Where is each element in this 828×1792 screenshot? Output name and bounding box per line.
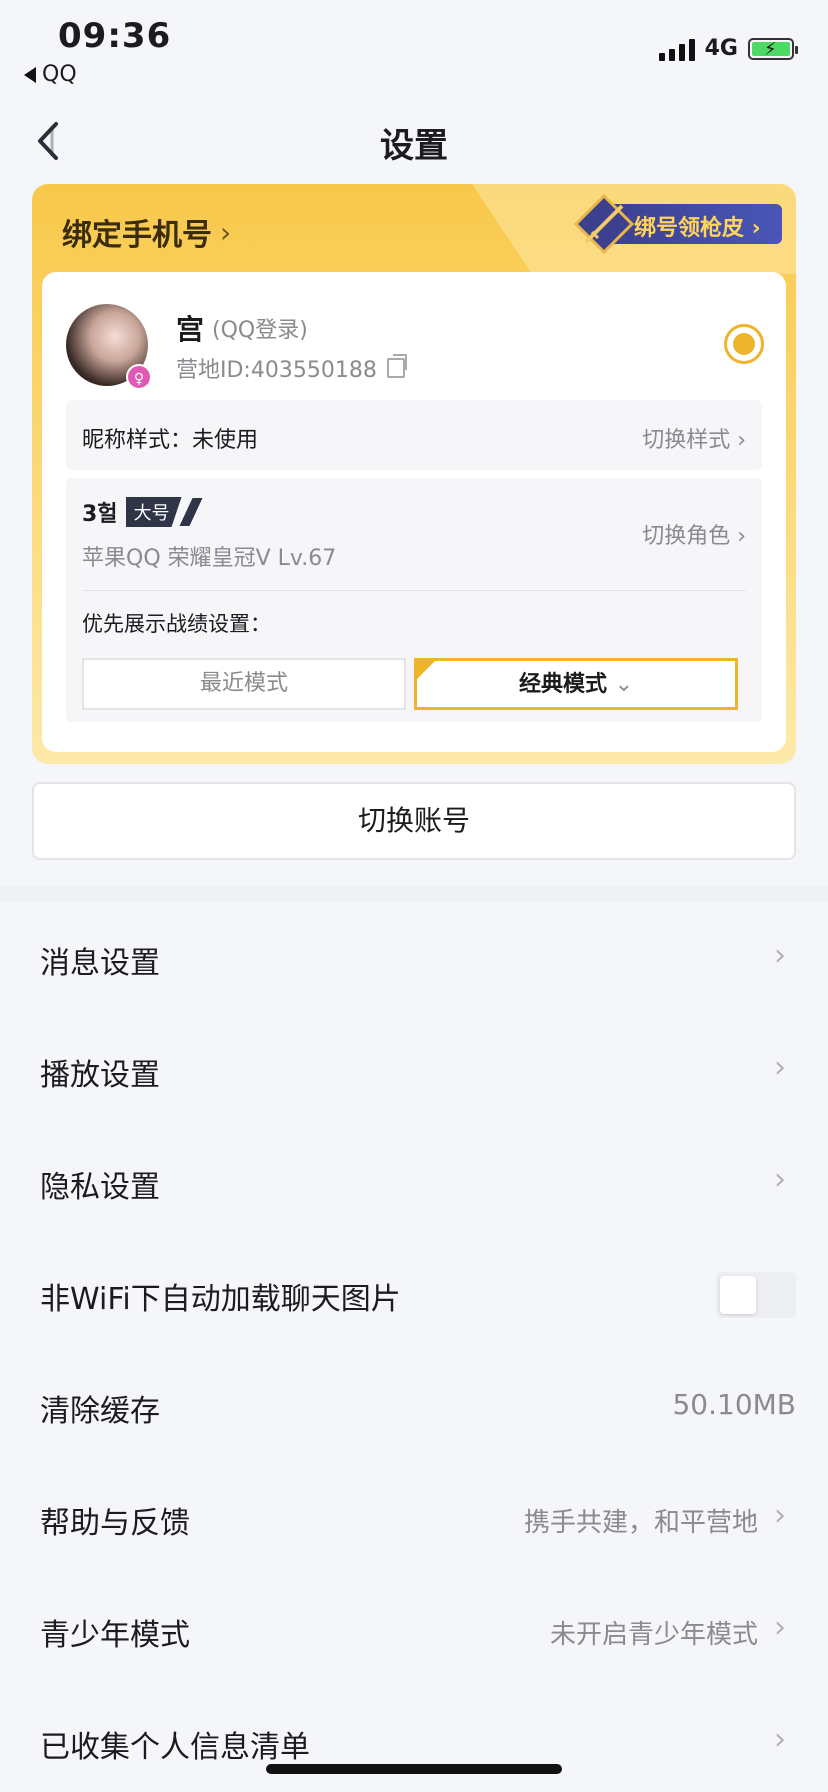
classic-mode-button[interactable]: ✓ 经典模式 ⌄	[414, 658, 738, 710]
role-box: 3헐 大号 苹果QQ 荣耀皇冠V Lv.67 切换角色 › 优先展示战绩设置： …	[66, 478, 762, 722]
back-app-label: QQ	[42, 62, 77, 87]
nav-bar: 设置	[0, 100, 828, 184]
status-indicators: 4G ⚡	[658, 36, 798, 61]
switch-style-link[interactable]: 切换样式 ›	[642, 422, 746, 454]
settings-item-label: 清除缓存	[40, 1394, 160, 1429]
bind-phone-link[interactable]: 绑定手机号 ›	[62, 210, 231, 254]
cache-size: 50.10MB	[672, 1388, 796, 1421]
settings-item-youth-mode[interactable]: 青少年模式 未开启青少年模式 ›	[0, 1574, 828, 1686]
settings-item-label: 已收集个人信息清单	[40, 1730, 310, 1765]
settings-item-help-feedback[interactable]: 帮助与反馈 携手共建，和平营地 ›	[0, 1462, 828, 1574]
battery-charging-icon: ⚡	[748, 37, 798, 60]
copy-icon[interactable]	[386, 354, 407, 378]
badge-slash-decoration	[179, 498, 203, 526]
chevron-right-icon: ›	[774, 1050, 786, 1085]
status-time: 09:36	[58, 16, 172, 56]
settings-item-detail: 携手共建，和平营地	[523, 1508, 758, 1538]
settings-item-label: 隐私设置	[40, 1170, 160, 1205]
role-info: 苹果QQ 荣耀皇冠V Lv.67	[82, 546, 337, 571]
home-indicator[interactable]	[266, 1764, 562, 1774]
settings-item-playback[interactable]: 播放设置 ›	[0, 1014, 828, 1126]
chevron-down-icon: ⌄	[614, 672, 634, 697]
record-pref-label: 优先展示战绩设置：	[82, 612, 271, 636]
settings-item-label: 非WiFi下自动加载聊天图片	[40, 1282, 401, 1317]
section-separator	[0, 886, 828, 902]
camp-id: 营地ID:403550188	[176, 358, 377, 383]
switch-account-button[interactable]: 切换账号	[32, 782, 796, 860]
settings-item-detail: 未开启青少年模式	[549, 1620, 758, 1650]
role-name-row: 3헐 大号	[82, 496, 203, 528]
weapon-skin-icon	[573, 193, 635, 255]
settings-item-clear-cache[interactable]: 清除缓存 50.10MB	[0, 1350, 828, 1462]
gender-female-icon: ♀	[126, 364, 152, 390]
chevron-right-icon: ›	[220, 215, 232, 249]
bind-phone-label: 绑定手机号	[62, 218, 212, 253]
account-details: ♀ 宫 (QQ登录) 营地ID:403550188 昵称样式：未使用 切换样式 …	[42, 272, 786, 752]
role-name: 3헐	[82, 502, 118, 527]
check-icon: ✓	[418, 671, 430, 687]
back-to-app-link[interactable]: QQ	[24, 62, 77, 87]
chevron-right-icon: ›	[774, 1722, 786, 1757]
page-title: 设置	[380, 126, 448, 166]
classic-mode-label: 经典模式	[518, 672, 607, 697]
settings-list: 消息设置 › 播放设置 › 隐私设置 › 非WiFi下自动加载聊天图片 清除缓存…	[0, 902, 828, 1792]
status-bar: 09:36 QQ 4G ⚡	[0, 0, 828, 100]
account-card: 绑定手机号 › 绑号领枪皮 › ♀ 宫 (QQ登录) 营地ID:40355018…	[32, 184, 796, 764]
settings-item-label: 消息设置	[40, 946, 160, 981]
nickname-style-row[interactable]: 昵称样式：未使用 切换样式 ›	[66, 400, 762, 470]
settings-item-personal-info-list[interactable]: 已收集个人信息清单 ›	[0, 1686, 828, 1792]
promo-banner[interactable]: 绑号领枪皮 ›	[572, 192, 788, 256]
chevron-right-icon: ›	[774, 1610, 786, 1645]
settings-item-messages[interactable]: 消息设置 ›	[0, 902, 828, 1014]
network-type: 4G	[704, 36, 738, 61]
back-triangle-icon	[24, 66, 36, 83]
camp-id-row: 营地ID:403550188	[176, 352, 407, 384]
nickname-style-label: 昵称样式：未使用	[82, 428, 259, 453]
chevron-right-icon: ›	[774, 938, 786, 973]
settings-item-label: 青少年模式	[40, 1618, 190, 1653]
promo-text: 绑号领枪皮 ›	[634, 216, 761, 241]
account-name: 宫	[176, 313, 205, 346]
switch-role-link[interactable]: 切换角色 ›	[642, 518, 746, 550]
toggle-knob	[720, 1276, 756, 1314]
signal-icon	[658, 37, 695, 61]
settings-item-label: 帮助与反馈	[40, 1506, 190, 1541]
auto-load-images-toggle[interactable]	[716, 1272, 796, 1318]
settings-item-privacy[interactable]: 隐私设置 ›	[0, 1126, 828, 1238]
recent-mode-button[interactable]: 最近模式	[82, 658, 406, 710]
login-method: (QQ登录)	[212, 318, 308, 343]
chevron-right-icon: ›	[774, 1498, 786, 1533]
settings-item-label: 播放设置	[40, 1058, 160, 1093]
settings-item-wifi-images: 非WiFi下自动加载聊天图片	[0, 1238, 828, 1350]
account-selected-radio[interactable]	[724, 324, 764, 364]
chevron-right-icon: ›	[774, 1162, 786, 1197]
divider	[82, 590, 746, 591]
main-account-badge: 大号	[125, 497, 182, 527]
